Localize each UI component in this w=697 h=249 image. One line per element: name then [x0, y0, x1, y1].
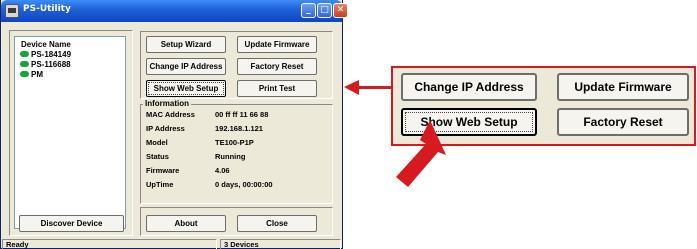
device-list-header: Device Name [21, 40, 71, 49]
info-label: MAC Address [146, 110, 195, 119]
info-value: 4.06 [215, 166, 230, 175]
close-window-button[interactable]: ✕ [333, 3, 348, 18]
callout-update-firmware-button[interactable]: Update Firmware [557, 73, 689, 101]
device-list[interactable]: Device Name PS-184149 PS-116688 PM [14, 36, 126, 229]
title-bar[interactable]: PS-Utility _ □ ✕ [1, 0, 348, 22]
setup-wizard-button[interactable]: Setup Wizard [146, 36, 226, 53]
maximize-button[interactable]: □ [317, 3, 332, 18]
discover-device-button[interactable]: Discover Device [19, 215, 124, 232]
factory-reset-button[interactable]: Factory Reset [237, 58, 317, 75]
online-status-icon [20, 51, 29, 57]
device-list-item[interactable]: PS-116688 [20, 60, 71, 69]
online-status-icon [20, 71, 29, 77]
close-button[interactable]: Close [237, 215, 317, 232]
info-value: 00 ff ff 11 66 88 [215, 110, 269, 119]
device-list-item[interactable]: PS-184149 [20, 50, 71, 59]
info-label: Model [146, 138, 168, 147]
device-count: 3 Devices [220, 239, 341, 249]
print-test-button[interactable]: Print Test [237, 80, 317, 97]
change-ip-address-button[interactable]: Change IP Address [146, 58, 226, 75]
info-value: 0 days, 00:00:00 [215, 180, 273, 189]
show-web-setup-button[interactable]: Show Web Setup [146, 80, 226, 97]
about-button[interactable]: About [146, 215, 226, 232]
info-value: 192.168.1.121 [215, 124, 263, 133]
info-label: UpTime [146, 180, 174, 189]
online-status-icon [20, 61, 29, 67]
info-label: Firmware [146, 166, 180, 175]
info-label: IP Address [146, 124, 185, 133]
callout-change-ip-button[interactable]: Change IP Address [401, 73, 537, 101]
printer-app-icon [5, 4, 19, 18]
info-value: TE100-P1P [215, 138, 254, 147]
pointer-arrow-head [344, 80, 359, 95]
callout-factory-reset-button[interactable]: Factory Reset [557, 108, 689, 136]
information-title: Information [143, 99, 191, 108]
device-list-item[interactable]: PM [20, 70, 43, 79]
info-value: Running [215, 152, 246, 161]
highlight-arrow-icon [396, 120, 446, 187]
update-firmware-button[interactable]: Update Firmware [237, 36, 317, 53]
device-name: PS-184149 [31, 50, 72, 59]
minimize-button[interactable]: _ [301, 3, 316, 18]
info-label: Status [146, 152, 169, 161]
window-title: PS-Utility [23, 4, 71, 14]
pointer-arrow-line [358, 86, 391, 89]
device-name: PM [31, 70, 43, 79]
device-name: PS-116688 [31, 60, 71, 69]
status-text: Ready [2, 239, 217, 249]
